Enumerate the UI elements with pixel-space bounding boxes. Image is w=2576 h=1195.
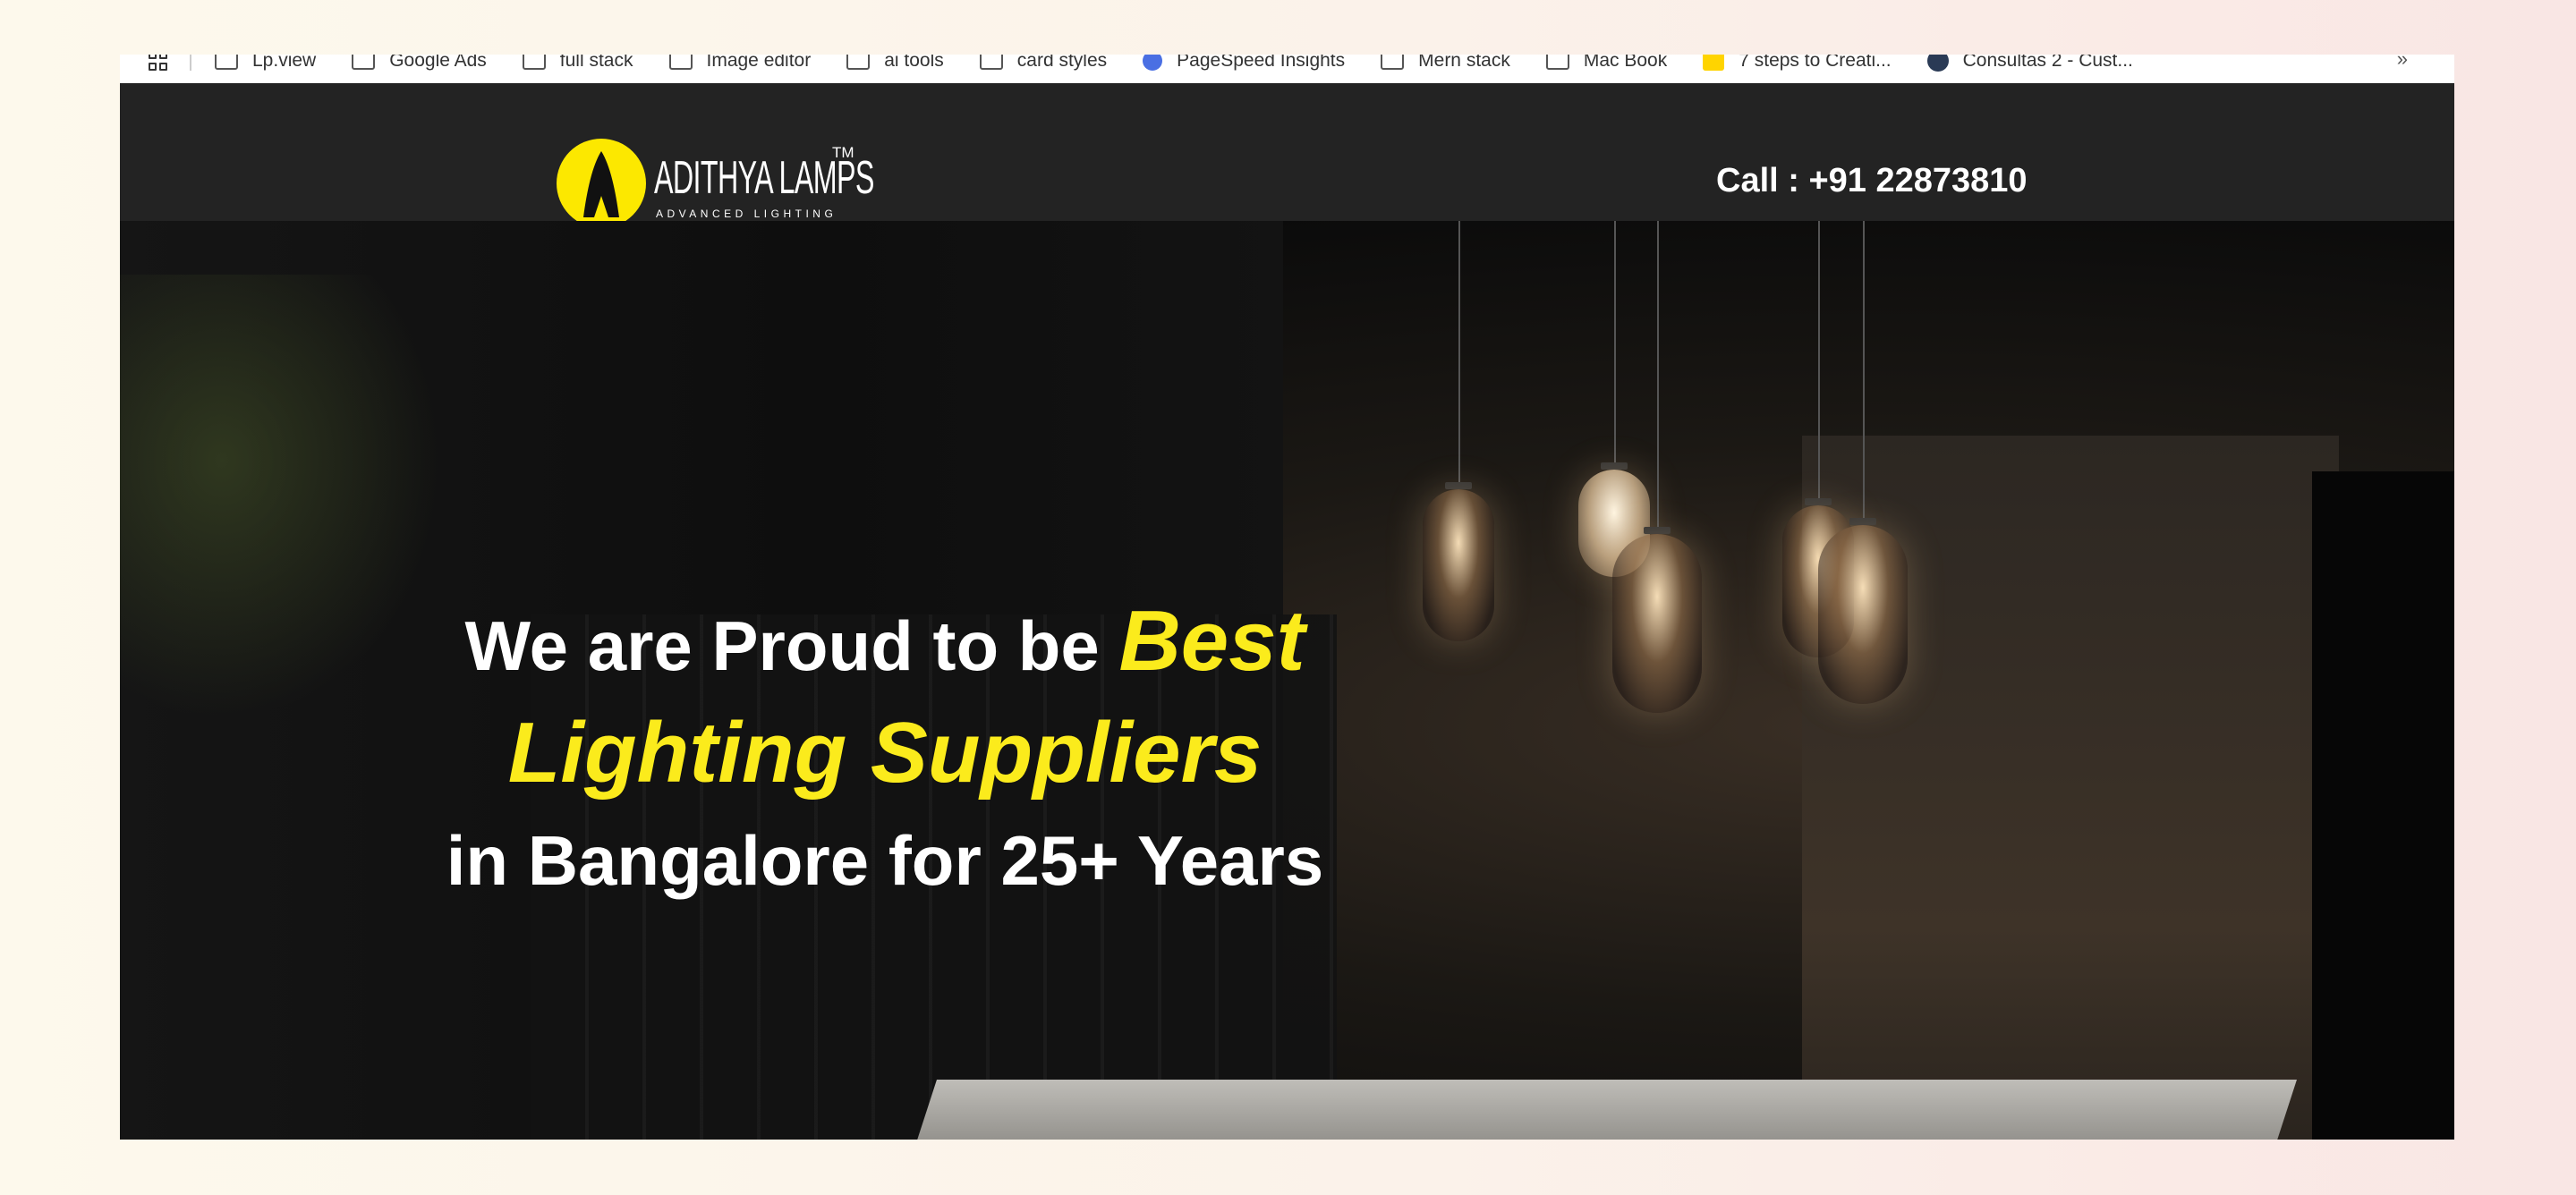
pendant-lamp-icon [1612, 221, 1702, 722]
bookmark-item[interactable]: PageSpeed Insights [1143, 55, 1345, 72]
bookmark-item[interactable]: Google Ads [352, 55, 487, 72]
bookmark-item[interactable]: Consultas 2 - Cust... [1926, 55, 2133, 72]
folder-icon [522, 55, 546, 70]
folder-icon [1381, 55, 1405, 70]
folder-icon [846, 55, 871, 70]
bookmarks-separator [190, 55, 191, 71]
folder-icon [215, 55, 238, 70]
bookmarks-bar: Lp.view Google Ads full stack Image edit… [120, 55, 2454, 84]
browser-viewport: Lp.view Google Ads full stack Image edit… [120, 55, 2454, 1140]
header-phone[interactable]: Call : +91 22873810 [1716, 162, 2028, 200]
logo-tagline: ADVANCED LIGHTING [656, 208, 837, 220]
bookmark-item[interactable]: Image editor [668, 55, 811, 72]
bookmark-item[interactable]: 7 steps to Creati... [1703, 55, 1892, 72]
site-icon [1926, 55, 1949, 72]
logo-trademark: TM [832, 144, 854, 161]
headline-highlight-best: Best [1118, 593, 1305, 689]
apps-grid-icon[interactable] [149, 55, 168, 71]
pendant-lamp-icon [1423, 221, 1494, 650]
bookmark-item[interactable]: Mern stack [1381, 55, 1510, 72]
headline-line-3: in Bangalore for 25+ Years [446, 821, 1324, 900]
hero-wall-dark [2312, 471, 2454, 1140]
folder-icon [668, 55, 693, 70]
hero-headline: We are Proud to be Best Lighting Supplie… [263, 588, 1507, 914]
bookmark-item[interactable]: Mac Book [1545, 55, 1667, 72]
bookmarks-overflow-button[interactable]: » [2397, 55, 2408, 71]
hero-countertop-decor [914, 1080, 2297, 1140]
folder-icon [979, 55, 1003, 70]
headline-line-1: We are Proud to be Best [464, 593, 1305, 689]
folder-icon [1545, 55, 1569, 70]
bookmark-item[interactable]: ai tools [846, 55, 944, 72]
site-header: ADITHYA LAMPS TM ADVANCED LIGHTING Call … [120, 83, 2454, 228]
folder-icon [352, 55, 376, 70]
logo-lamp-icon[interactable] [557, 139, 646, 228]
bookmark-item[interactable]: full stack [522, 55, 633, 72]
bookmark-item[interactable]: card styles [979, 55, 1107, 72]
bookmark-icon [1703, 55, 1725, 71]
headline-highlight-suppliers: Lighting Suppliers [507, 705, 1262, 801]
pendant-lamp-icon [1818, 221, 1908, 722]
pagespeed-icon [1143, 55, 1163, 71]
bookmark-item[interactable]: Lp.view [215, 55, 316, 72]
hero-banner: We are Proud to be Best Lighting Supplie… [120, 221, 2454, 1140]
